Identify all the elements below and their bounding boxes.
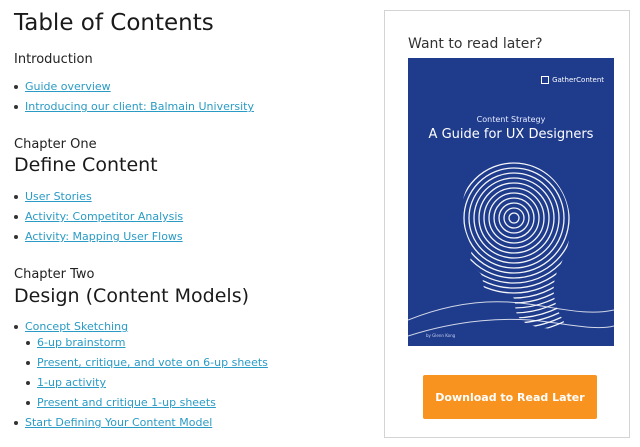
list-item: Present, critique, and vote on 6-up shee… (26, 356, 268, 369)
list-item: Activity: Competitor Analysis (14, 210, 183, 223)
list-item: Activity: Mapping User Flows (14, 230, 183, 243)
read-later-heading: Want to read later? (408, 36, 543, 52)
list-item: 6-up brainstorm (26, 336, 126, 349)
bullet-icon (14, 214, 18, 219)
toc-link-competitor-analysis[interactable]: Activity: Competitor Analysis (25, 210, 183, 223)
toc-link-user-stories[interactable]: User Stories (25, 190, 92, 203)
section-label-chapter-one: Chapter One (14, 137, 97, 152)
cover-author: by Glenn Kong (426, 333, 456, 338)
bullet-icon (14, 234, 18, 239)
cover-brand-name: GatherContent (552, 76, 604, 84)
toc-link-concept-sketching[interactable]: Concept Sketching (25, 320, 128, 333)
list-item: Introducing our client: Balmain Universi… (14, 100, 254, 113)
bullet-icon (26, 360, 30, 365)
bullet-icon (14, 420, 18, 425)
toc-link-1-up-activity[interactable]: 1-up activity (37, 376, 106, 389)
list-item: Start Defining Your Content Model (14, 416, 212, 429)
list-item: User Stories (14, 190, 92, 203)
list-item: Concept Sketching (14, 320, 128, 333)
chapter-title-define-content: Define Content (14, 154, 158, 176)
toc-link-present-critique-vote[interactable]: Present, critique, and vote on 6-up shee… (37, 356, 268, 369)
bullet-icon (26, 380, 30, 385)
bullet-icon (14, 194, 18, 199)
bullet-icon (14, 104, 18, 109)
toc-link-mapping-user-flows[interactable]: Activity: Mapping User Flows (25, 230, 183, 243)
section-label-introduction: Introduction (14, 52, 93, 67)
bullet-icon (14, 84, 18, 89)
bullet-icon (26, 400, 30, 405)
chapter-title-design-content-models: Design (Content Models) (14, 285, 250, 307)
book-cover[interactable]: GatherContent Content Strategy A Guide f… (408, 58, 614, 346)
read-later-panel: Want to read later? GatherContent Conten… (384, 10, 630, 438)
list-item: Present and critique 1-up sheets (26, 396, 216, 409)
cover-brand: GatherContent (541, 76, 604, 84)
toc-link-start-defining-content-model[interactable]: Start Defining Your Content Model (25, 416, 212, 429)
bullet-icon (26, 340, 30, 345)
gathercontent-logo-icon (541, 76, 550, 84)
list-item: 1-up activity (26, 376, 106, 389)
section-label-chapter-two: Chapter Two (14, 267, 95, 282)
list-item: Guide overview (14, 80, 111, 93)
cover-kicker: Content Strategy (476, 115, 546, 124)
toc-link-present-critique-1-up[interactable]: Present and critique 1-up sheets (37, 396, 216, 409)
toc-link-6-up-brainstorm[interactable]: 6-up brainstorm (37, 336, 126, 349)
cover-title: A Guide for UX Designers (428, 127, 594, 142)
download-button[interactable]: Download to Read Later (423, 375, 597, 419)
toc-link-guide-overview[interactable]: Guide overview (25, 80, 111, 93)
fingerprint-head-illustration (408, 162, 614, 337)
page-title: Table of Contents (14, 10, 214, 36)
toc-link-introducing-client[interactable]: Introducing our client: Balmain Universi… (25, 100, 254, 113)
bullet-icon (14, 324, 18, 329)
